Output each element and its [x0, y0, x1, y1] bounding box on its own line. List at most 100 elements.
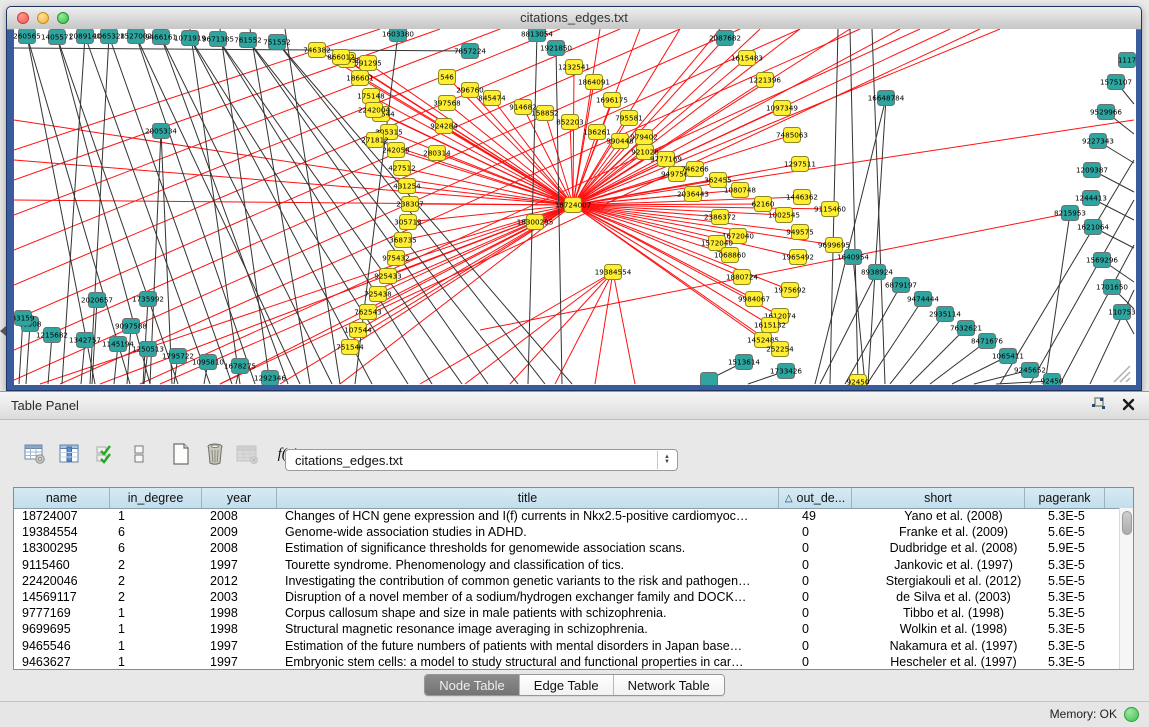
graph-node[interactable]: 1446362	[786, 190, 818, 205]
show-column-button[interactable]	[56, 441, 82, 467]
table-cell[interactable]: 1	[110, 508, 202, 524]
graph-node[interactable]: 238307	[396, 197, 423, 212]
graph-node[interactable]: 1215682	[36, 328, 68, 343]
graph-edge-red[interactable]	[573, 38, 725, 205]
graph-edge-black[interactable]	[867, 299, 923, 384]
collapse-panel-arrow-icon[interactable]	[0, 326, 6, 336]
graph-node[interactable]: 2005334	[145, 124, 177, 139]
table-cell[interactable]: Estimation of the future numbers of pati…	[277, 638, 794, 654]
table-cell[interactable]: Embryonic stem cells: a model to study s…	[277, 654, 794, 669]
graph-node[interactable]: 546	[439, 70, 456, 85]
graph-edge-black[interactable]	[890, 314, 945, 384]
table-cell[interactable]: Disruption of a novel member of a sodium…	[277, 589, 794, 605]
graph-node[interactable]	[701, 373, 718, 386]
table-cell[interactable]: Hescheler et al. (1997)	[867, 654, 1040, 669]
delete-table-button[interactable]	[234, 441, 260, 467]
graph-node[interactable]: 1342757	[69, 333, 101, 348]
graph-node[interactable]: 8938924	[861, 265, 893, 280]
resize-grip[interactable]	[1114, 366, 1130, 382]
table-row[interactable]: 1938455462009Genome-wide association stu…	[14, 524, 1120, 540]
graph-node[interactable]: 2036443	[677, 187, 709, 202]
graph-edge-black[interactable]	[90, 36, 109, 384]
table-cell[interactable]: 6	[110, 524, 202, 540]
table-cell[interactable]: 5.3E-5	[1040, 621, 1120, 637]
table-cell[interactable]: 6	[110, 540, 202, 556]
graph-edge-black[interactable]	[161, 37, 332, 384]
table-cell[interactable]: 5.3E-5	[1040, 557, 1120, 573]
graph-node[interactable]: 1921850	[540, 41, 572, 56]
table-cell[interactable]: Tibbo et al. (1998)	[867, 605, 1040, 621]
graph-node[interactable]: 19384554	[595, 265, 632, 280]
column-header-in_degree[interactable]: in_degree	[110, 488, 202, 508]
close-panel-icon[interactable]	[1122, 398, 1135, 416]
table-cell[interactable]: 9699695	[14, 621, 110, 637]
graph-node[interactable]: 9529966	[1090, 105, 1122, 120]
table-cell[interactable]: 0	[794, 638, 867, 654]
table-cell[interactable]: 14569117	[14, 589, 110, 605]
table-cell[interactable]: 1997	[202, 638, 277, 654]
table-cell[interactable]: 2	[110, 589, 202, 605]
graph-node[interactable]: 1250513	[132, 342, 164, 357]
graph-edge-black[interactable]	[136, 36, 300, 384]
column-header-out_de[interactable]: △out_de...	[779, 488, 852, 508]
graph-node[interactable]: 6879197	[885, 278, 917, 293]
scrollbar-thumb[interactable]	[1122, 511, 1132, 535]
table-cell[interactable]: 0	[794, 605, 867, 621]
graph-edge-black[interactable]	[57, 37, 178, 384]
table-cell[interactable]: 0	[794, 540, 867, 556]
table-cell[interactable]: 0	[794, 524, 867, 540]
graph-node[interactable]: 16648784	[868, 91, 905, 106]
graph-node[interactable]: 1002545	[768, 208, 800, 223]
graph-edge-red[interactable]	[410, 204, 573, 205]
graph-node[interactable]: 1221396	[749, 73, 781, 88]
graph-node[interactable]: 110753	[1108, 305, 1135, 320]
network-view[interactable]: 2605651405571208914010653281527002946616…	[14, 29, 1136, 385]
column-header-short[interactable]: short	[852, 488, 1025, 508]
graph-node[interactable]: 795581	[615, 111, 642, 126]
graph-node[interactable]: 9474444	[907, 292, 939, 307]
table-row[interactable]: 2242004622012Investigating the contribut…	[14, 573, 1120, 589]
table-cell[interactable]: Yano et al. (2008)	[867, 508, 1040, 524]
graph-edge-black[interactable]	[872, 29, 885, 384]
graph-node[interactable]: 1678275	[224, 359, 256, 374]
graph-edge-red[interactable]	[573, 82, 594, 205]
graph-node[interactable]: 252254	[766, 342, 794, 357]
table-cell[interactable]: 2009	[202, 524, 277, 540]
table-vertical-scrollbar[interactable]	[1119, 508, 1133, 669]
graph-node[interactable]: 368735	[389, 233, 416, 248]
graph-node[interactable]: 2935114	[929, 307, 961, 322]
table-cell[interactable]: 5.9E-5	[1040, 540, 1120, 556]
graph-node[interactable]: 92450	[847, 375, 870, 386]
table-cell[interactable]: 5.6E-5	[1040, 524, 1120, 540]
table-cell[interactable]: 2003	[202, 589, 277, 605]
graph-node[interactable]: 7485063	[776, 128, 808, 143]
window-titlebar[interactable]: citations_edges.txt	[7, 7, 1141, 30]
tab-network-table[interactable]: Network Table	[614, 675, 724, 695]
graph-node[interactable]: 1569296	[1086, 253, 1118, 268]
table-cell[interactable]: 0	[794, 573, 867, 589]
graph-node[interactable]: 33159	[14, 311, 35, 326]
graph-node[interactable]: 949575	[786, 225, 813, 240]
graph-node[interactable]: 1735992	[132, 292, 164, 307]
table-cell[interactable]: Genome-wide association studies in ADHD.	[277, 524, 794, 540]
table-cell[interactable]: Nakamura et al. (1997)	[867, 638, 1040, 654]
graph-node[interactable]: 1975692	[774, 283, 806, 298]
graph-node[interactable]: 7632621	[950, 321, 982, 336]
table-cell[interactable]: Investigating the contribution of common…	[277, 573, 794, 589]
table-cell[interactable]: 9465546	[14, 638, 110, 654]
column-header-pagerank[interactable]: pagerank	[1025, 488, 1105, 508]
graph-node[interactable]: 1575107	[1100, 75, 1132, 90]
graph-edge-black[interactable]	[250, 29, 310, 384]
graph-node[interactable]: 9097588	[115, 319, 147, 334]
table-cell[interactable]: Changes of HCN gene expression and I(f) …	[277, 508, 794, 524]
table-selector-dropdown[interactable]: citations_edges.txt ▲▼	[285, 449, 678, 471]
graph-node[interactable]: 158852	[531, 106, 558, 121]
graph-edge-red[interactable]	[140, 29, 920, 384]
table-cell[interactable]: 9463627	[14, 654, 110, 669]
float-panel-icon[interactable]	[1091, 397, 1106, 416]
graph-node[interactable]: 762543	[354, 305, 381, 320]
table-cell[interactable]: 9115460	[14, 557, 110, 573]
table-cell[interactable]: 1	[110, 654, 202, 669]
graph-node[interactable]: 1080748	[724, 183, 756, 198]
graph-edge-black[interactable]	[1000, 160, 1134, 384]
